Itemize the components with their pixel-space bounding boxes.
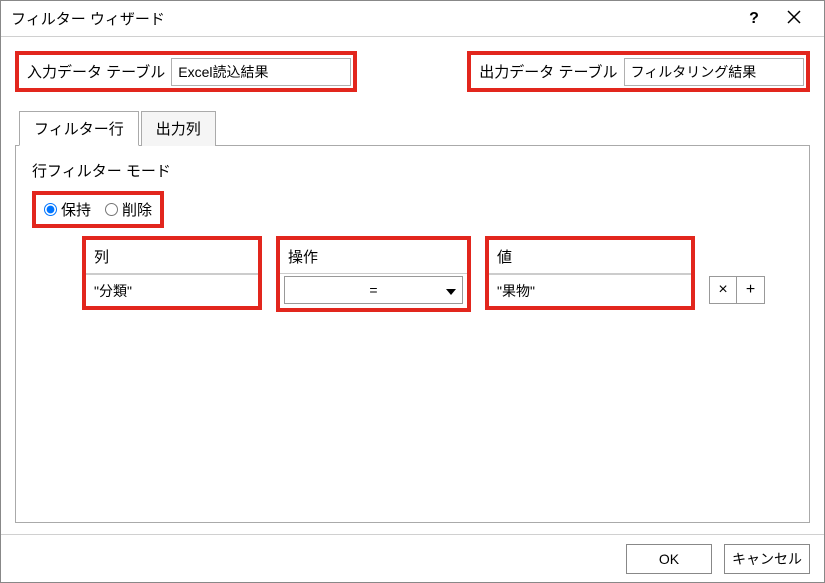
content-area: 入力データ テーブル 出力データ テーブル フィルター行 出力列 行フィルター … xyxy=(1,37,824,534)
output-table-field[interactable] xyxy=(624,58,804,86)
row-filter-mode-label: 行フィルター モード xyxy=(32,160,793,181)
tab-output-columns[interactable]: 出力列 xyxy=(141,111,216,146)
output-table-group: 出力データ テーブル xyxy=(467,51,809,92)
row-filter-mode-group: 保持 削除 xyxy=(32,191,164,228)
input-table-field[interactable] xyxy=(171,58,351,86)
close-icon xyxy=(787,11,801,27)
filter-operation-col: 操作 = xyxy=(276,236,471,312)
filter-value-header: 値 xyxy=(489,240,691,274)
filter-row-buttons: × + xyxy=(709,236,765,308)
close-button[interactable] xyxy=(774,10,814,27)
add-row-button[interactable]: + xyxy=(737,276,765,304)
filter-grid: 列 "分類" 操作 = 値 "果物" xyxy=(32,236,793,312)
filter-column-col: 列 "分類" xyxy=(82,236,262,310)
remove-row-button[interactable]: × xyxy=(709,276,737,304)
filter-operation-value: = xyxy=(369,282,377,298)
chevron-down-icon xyxy=(446,282,456,298)
tabs: フィルター行 出力列 行フィルター モード 保持 削除 xyxy=(15,110,810,523)
mode-keep-radio[interactable] xyxy=(44,203,57,216)
mode-remove-radio[interactable] xyxy=(105,203,118,216)
mode-keep-option[interactable]: 保持 xyxy=(44,199,91,220)
tab-filter-rows[interactable]: フィルター行 xyxy=(19,111,139,146)
tab-strip: フィルター行 出力列 xyxy=(15,111,810,146)
filter-operation-select[interactable]: = xyxy=(284,276,463,304)
filter-operation-header: 操作 xyxy=(280,240,467,274)
tab-panel-filter-rows: 行フィルター モード 保持 削除 列 "分類" xyxy=(15,145,810,523)
cancel-button[interactable]: キャンセル xyxy=(724,544,810,574)
mode-keep-label: 保持 xyxy=(61,199,91,220)
output-table-label: 出力データ テーブル xyxy=(473,57,623,86)
window-title: フィルター ウィザード xyxy=(11,8,734,29)
input-table-group: 入力データ テーブル xyxy=(15,51,357,92)
input-table-label: 入力データ テーブル xyxy=(21,57,171,86)
mode-remove-option[interactable]: 削除 xyxy=(105,199,152,220)
footer: OK キャンセル xyxy=(1,534,824,582)
filter-wizard-window: フィルター ウィザード ? 入力データ テーブル 出力データ テーブル フィルタ… xyxy=(0,0,825,583)
titlebar: フィルター ウィザード ? xyxy=(1,1,824,37)
filter-value-cell[interactable]: "果物" xyxy=(489,274,691,306)
filter-column-header: 列 xyxy=(86,240,258,274)
io-row: 入力データ テーブル 出力データ テーブル xyxy=(15,51,810,92)
help-button[interactable]: ? xyxy=(734,10,774,28)
filter-column-cell[interactable]: "分類" xyxy=(86,274,258,306)
filter-value-col: 値 "果物" xyxy=(485,236,695,310)
mode-remove-label: 削除 xyxy=(122,199,152,220)
ok-button[interactable]: OK xyxy=(626,544,712,574)
